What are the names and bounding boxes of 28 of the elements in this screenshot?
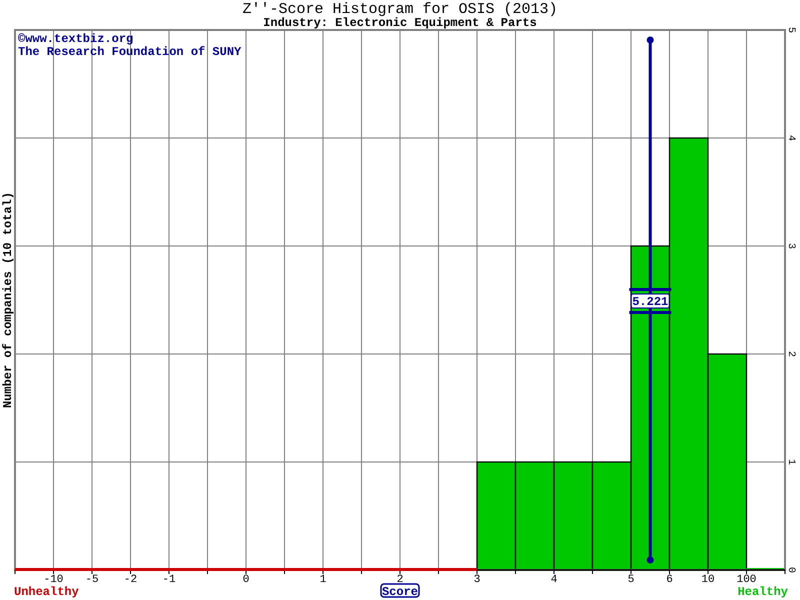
x-tick-label: 10	[701, 574, 715, 586]
score-value-label: 5.221	[630, 294, 670, 309]
credit-text: ©www.textbiz.org	[18, 32, 134, 46]
healthy-label: Healthy	[738, 585, 788, 599]
chart-title: Z''-Score Histogram for OSIS (2013)	[242, 1, 558, 18]
y-tick-label: 5	[785, 27, 796, 33]
x-tick-label: -10	[44, 574, 64, 586]
x-tick-label: -1	[162, 574, 176, 586]
x-axis-title: Score	[380, 583, 420, 599]
x-tick-label: -2	[124, 574, 138, 586]
y-tick-label: 0	[785, 567, 796, 573]
y-tick-label: 4	[785, 135, 796, 141]
x-tick-label: 2	[396, 574, 404, 586]
x-tick-label: 1	[320, 574, 326, 586]
x-tick-label: 3	[474, 574, 480, 586]
y-axis-title: Number of companies (10 total)	[1, 192, 15, 408]
x-tick-label: 100	[736, 574, 756, 586]
credit-text: The Research Foundation of SUNY	[18, 45, 242, 59]
y-tick-label: 3	[785, 243, 796, 249]
x-tick-label: 5	[628, 574, 634, 586]
unhealthy-label: Unhealthy	[14, 585, 79, 599]
x-tick-label: -5	[85, 574, 99, 586]
y-tick-label: 1	[785, 459, 796, 465]
x-tick-label: 6	[666, 574, 673, 586]
x-tick-label: 4	[550, 574, 558, 586]
x-tick-label: 0	[242, 574, 250, 586]
y-tick-label: 2	[785, 351, 796, 357]
chart-subtitle: Industry: Electronic Equipment & Parts	[263, 16, 537, 30]
